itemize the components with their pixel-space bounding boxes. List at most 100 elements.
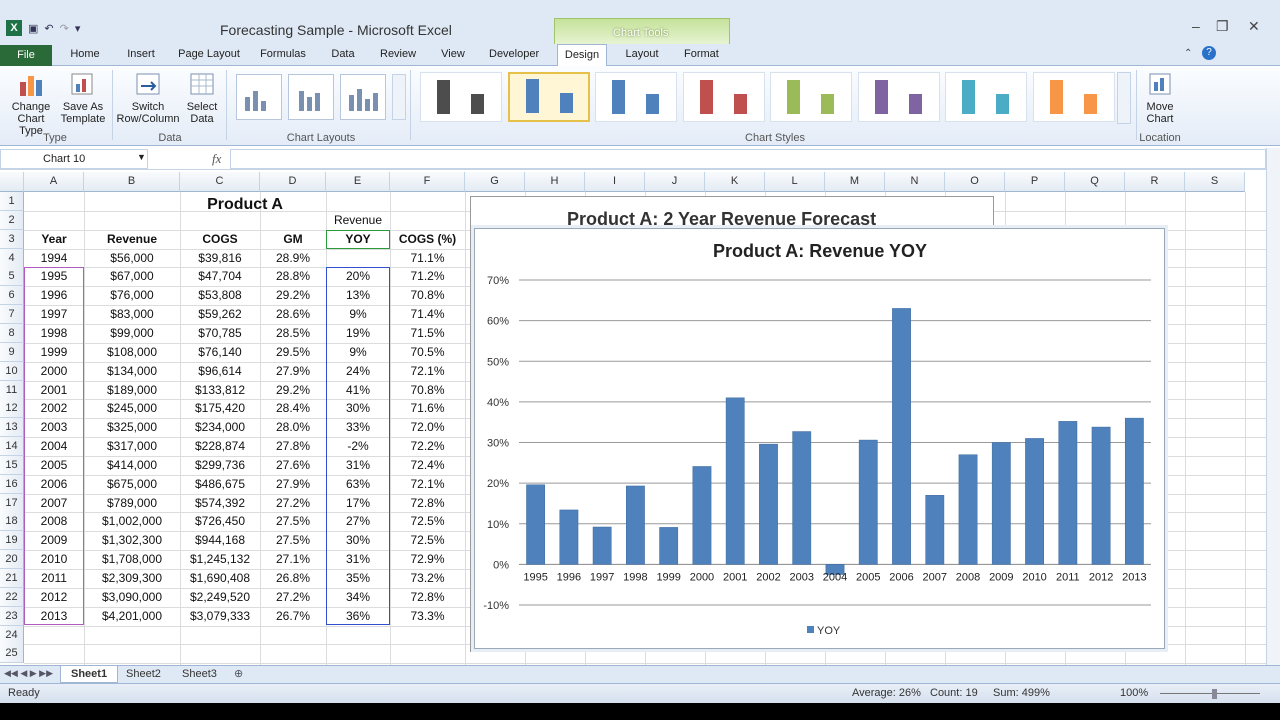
row-header-11[interactable]: 11 xyxy=(0,381,24,400)
save-icon[interactable]: ▣ xyxy=(28,22,38,35)
bar-1996[interactable] xyxy=(559,509,579,565)
row-header-22[interactable]: 22 xyxy=(0,588,24,607)
table-cell[interactable]: $299,736 xyxy=(180,458,260,472)
chart-style-3[interactable] xyxy=(595,72,677,122)
table-cell[interactable]: $1,690,408 xyxy=(180,571,260,585)
table-cell[interactable]: $70,785 xyxy=(180,326,260,340)
table-cell[interactable]: $317,000 xyxy=(84,439,180,453)
column-header-R[interactable]: R xyxy=(1125,172,1185,192)
bar-2003[interactable] xyxy=(792,431,812,565)
column-header-N[interactable]: N xyxy=(885,172,945,192)
insert-sheet-icon[interactable]: ⊕ xyxy=(234,667,243,680)
table-cell[interactable]: $76,140 xyxy=(180,345,260,359)
tab-layout[interactable]: Layout xyxy=(625,44,659,66)
tab-format[interactable]: Format xyxy=(684,44,719,66)
table-cell[interactable]: 71.2% xyxy=(390,269,465,283)
column-header-A[interactable]: A xyxy=(24,172,84,192)
table-cell[interactable]: $234,000 xyxy=(180,420,260,434)
table-cell[interactable]: $96,614 xyxy=(180,364,260,378)
minimize-ribbon-icon[interactable]: ⌃ xyxy=(1184,48,1192,59)
column-header-I[interactable]: I xyxy=(585,172,645,192)
row-header-9[interactable]: 9 xyxy=(0,343,24,362)
table-cell[interactable]: $76,000 xyxy=(84,288,180,302)
table-cell[interactable]: 27.1% xyxy=(260,552,326,566)
column-header-B[interactable]: B xyxy=(84,172,180,192)
column-header-K[interactable]: K xyxy=(705,172,765,192)
chart-layout-3[interactable] xyxy=(340,74,386,120)
column-heading[interactable]: Revenue xyxy=(84,232,180,246)
bar-2009[interactable] xyxy=(991,442,1011,565)
table-cell[interactable]: 73.2% xyxy=(390,571,465,585)
table-cell[interactable]: 72.8% xyxy=(390,496,465,510)
row-header-17[interactable]: 17 xyxy=(0,494,24,513)
table-cell[interactable]: $134,000 xyxy=(84,364,180,378)
table-cell[interactable]: 71.4% xyxy=(390,307,465,321)
table-cell[interactable]: $726,450 xyxy=(180,514,260,528)
redo-icon[interactable]: ↷ xyxy=(60,22,69,35)
row-header-14[interactable]: 14 xyxy=(0,437,24,456)
row-header-16[interactable]: 16 xyxy=(0,475,24,494)
table-cell[interactable]: $789,000 xyxy=(84,496,180,510)
yoy-chart[interactable]: Product A: Revenue YOY 70% 60% 50% 40% 30% 20%… xyxy=(474,228,1165,649)
row-header-6[interactable]: 6 xyxy=(0,286,24,305)
bar-2002[interactable] xyxy=(759,443,778,565)
table-cell[interactable]: $56,000 xyxy=(84,251,180,265)
table-cell[interactable]: 27.5% xyxy=(260,514,326,528)
bar-1995[interactable] xyxy=(526,484,546,565)
row-header-10[interactable]: 10 xyxy=(0,362,24,381)
bar-2010[interactable] xyxy=(1025,438,1044,565)
table-cell[interactable]: 72.2% xyxy=(390,439,465,453)
table-cell[interactable]: 27.2% xyxy=(260,496,326,510)
row-header-21[interactable]: 21 xyxy=(0,569,24,588)
row-header-4[interactable]: 4 xyxy=(0,249,24,268)
bar-2013[interactable] xyxy=(1124,417,1144,565)
tab-file[interactable]: File xyxy=(0,45,52,67)
sheet-title[interactable]: Product A xyxy=(84,196,406,214)
styles-scroll[interactable] xyxy=(1117,72,1131,124)
undo-icon[interactable]: ↶ xyxy=(44,22,53,35)
revenue-header-label[interactable]: Revenue xyxy=(326,213,390,227)
row-header-15[interactable]: 15 xyxy=(0,456,24,475)
table-cell[interactable]: 70.5% xyxy=(390,345,465,359)
tab-insert[interactable]: Insert xyxy=(121,44,161,66)
table-cell[interactable]: 71.6% xyxy=(390,401,465,415)
table-cell[interactable]: $108,000 xyxy=(84,345,180,359)
table-cell[interactable]: $228,874 xyxy=(180,439,260,453)
table-cell[interactable]: 72.1% xyxy=(390,364,465,378)
column-heading[interactable]: Year xyxy=(24,232,84,246)
row-header-7[interactable]: 7 xyxy=(0,305,24,324)
name-box[interactable]: Chart 10 xyxy=(0,149,148,169)
column-header-S[interactable]: S xyxy=(1185,172,1245,192)
table-cell[interactable]: 29.2% xyxy=(260,288,326,302)
switch-row-column-button[interactable]: Switch Row/Column xyxy=(116,70,180,125)
chart-layout-1[interactable] xyxy=(236,74,282,120)
restore-icon[interactable]: ❐ xyxy=(1216,18,1229,35)
row-header-19[interactable]: 19 xyxy=(0,531,24,550)
bar-1999[interactable] xyxy=(659,527,679,565)
table-cell[interactable]: 29.2% xyxy=(260,383,326,397)
table-cell[interactable]: $944,168 xyxy=(180,533,260,547)
bar-1998[interactable] xyxy=(626,485,645,565)
row-header-20[interactable]: 20 xyxy=(0,550,24,569)
table-cell[interactable]: 73.3% xyxy=(390,609,465,623)
row-header-3[interactable]: 3 xyxy=(0,230,24,249)
column-header-C[interactable]: C xyxy=(180,172,260,192)
chart-style-6[interactable] xyxy=(857,72,940,122)
table-cell[interactable]: 72.1% xyxy=(390,477,465,491)
column-header-G[interactable]: G xyxy=(465,172,525,192)
row-header-1[interactable]: 1 xyxy=(0,192,24,211)
bar-2000[interactable] xyxy=(692,466,712,565)
table-cell[interactable]: $99,000 xyxy=(84,326,180,340)
table-cell[interactable]: 27.8% xyxy=(260,439,326,453)
change-chart-type-button[interactable]: Change Chart Type xyxy=(6,70,56,137)
table-cell[interactable]: 70.8% xyxy=(390,383,465,397)
vertical-scrollbar[interactable] xyxy=(1266,148,1280,665)
table-cell[interactable]: $1,708,000 xyxy=(84,552,180,566)
table-cell[interactable]: $325,000 xyxy=(84,420,180,434)
table-cell[interactable]: $175,420 xyxy=(180,401,260,415)
chart-style-2[interactable] xyxy=(507,72,590,122)
column-header-J[interactable]: J xyxy=(645,172,705,192)
table-cell[interactable]: $3,079,333 xyxy=(180,609,260,623)
table-cell[interactable]: $675,000 xyxy=(84,477,180,491)
column-header-E[interactable]: E xyxy=(326,172,390,192)
